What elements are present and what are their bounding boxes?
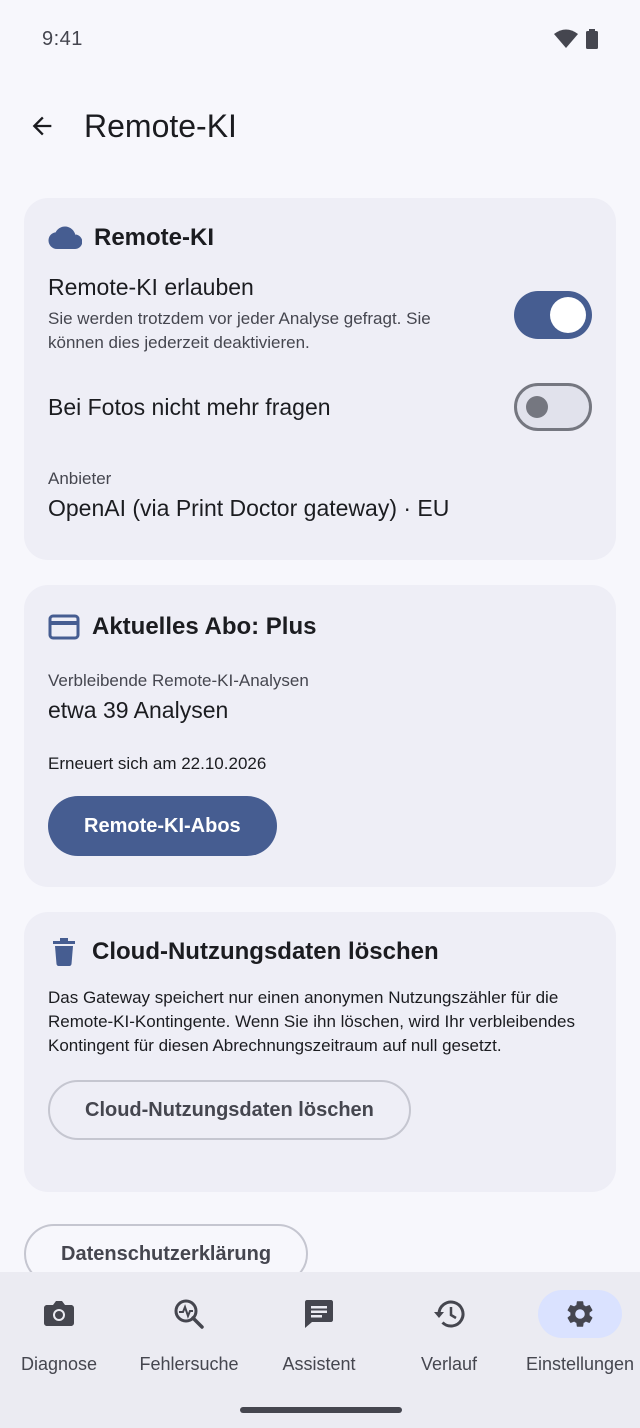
status-icons bbox=[554, 29, 598, 49]
gesture-navigation-bar[interactable] bbox=[240, 1407, 402, 1413]
credit-card-icon bbox=[48, 614, 80, 640]
cloud-icon bbox=[48, 226, 82, 250]
remaining-analyses-label: Verbleibende Remote-KI-Analysen bbox=[48, 671, 309, 690]
photos-ask-label: Bei Fotos nicht mehr fragen bbox=[48, 393, 331, 420]
allow-remote-ki-text: Remote-KI erlauben Sie werden trotzdem v… bbox=[48, 274, 488, 355]
nav-item-einstellungen[interactable]: Einstellungen bbox=[515, 1290, 640, 1380]
nav-item-diagnose[interactable]: Diagnose bbox=[0, 1290, 124, 1380]
subscription-card-header: Aktuelles Abo: Plus bbox=[48, 613, 592, 641]
allow-remote-ki-label: Remote-KI erlauben bbox=[48, 274, 254, 300]
nav-label-diagnose: Diagnose bbox=[20, 1354, 98, 1374]
switch-knob bbox=[550, 296, 586, 333]
cloud-usage-card-title: Cloud-Nutzungsdaten löschen bbox=[92, 938, 439, 965]
camera-icon bbox=[44, 1301, 74, 1326]
switch-knob bbox=[526, 396, 548, 418]
page-title: Remote-KI bbox=[84, 107, 237, 144]
cloud-usage-button-wrap: Cloud-Nutzungsdaten löschen bbox=[48, 1080, 592, 1140]
provider-label: Anbieter bbox=[48, 469, 112, 488]
remote-ki-card: Remote-KI Remote-KI erlauben Sie werden … bbox=[24, 198, 616, 560]
subscription-button-wrap: Remote-KI-Abos bbox=[48, 796, 592, 856]
remote-ki-subscriptions-button[interactable]: Remote-KI-Abos bbox=[48, 796, 277, 856]
remaining-analyses-value: etwa 39 Analysen bbox=[48, 697, 229, 723]
search-activity-icon bbox=[174, 1299, 204, 1329]
battery-icon bbox=[586, 29, 598, 49]
allow-remote-ki-switch[interactable] bbox=[514, 290, 592, 339]
gear-icon bbox=[567, 1301, 593, 1327]
nav-item-verlauf[interactable]: Verlauf bbox=[384, 1290, 514, 1380]
allow-remote-ki-row[interactable]: Remote-KI erlauben Sie werden trotzdem v… bbox=[48, 274, 592, 355]
cloud-usage-card: Cloud-Nutzungsdaten löschen Das Gateway … bbox=[24, 912, 616, 1192]
nav-label-verlauf: Verlauf bbox=[420, 1354, 478, 1374]
remote-ki-card-title: Remote-KI bbox=[94, 224, 215, 251]
subscription-card-title: Aktuelles Abo: Plus bbox=[92, 613, 317, 640]
provider-value: OpenAI (via Print Doctor gateway) · EU bbox=[48, 495, 450, 521]
back-button[interactable] bbox=[24, 108, 60, 144]
nav-label-einstellungen: Einstellungen bbox=[525, 1354, 635, 1374]
subscription-card: Aktuelles Abo: Plus Verbleibende Remote-… bbox=[24, 585, 616, 887]
nav-pill bbox=[147, 1290, 231, 1338]
nav-label-fehlersuche: Fehlersuche bbox=[139, 1354, 239, 1374]
nav-pill bbox=[17, 1290, 101, 1338]
nav-label-assistent: Assistent bbox=[282, 1354, 356, 1374]
nav-pill-active bbox=[538, 1290, 622, 1338]
remote-ki-card-header: Remote-KI bbox=[48, 224, 592, 252]
wifi-icon bbox=[554, 29, 578, 48]
renewal-text: Erneuert sich am 22.10.2026 bbox=[48, 754, 267, 773]
cloud-usage-card-header: Cloud-Nutzungsdaten löschen bbox=[48, 938, 592, 966]
nav-pill bbox=[277, 1290, 361, 1338]
history-icon bbox=[434, 1300, 465, 1328]
chat-icon bbox=[305, 1300, 333, 1328]
photos-ask-row[interactable]: Bei Fotos nicht mehr fragen bbox=[48, 383, 592, 431]
top-app-bar: Remote-KI bbox=[0, 84, 640, 168]
arrow-back-icon bbox=[32, 116, 52, 136]
allow-remote-ki-description: Sie werden trotzdem vor jeder Analyse ge… bbox=[48, 309, 431, 352]
nav-pill bbox=[407, 1290, 491, 1338]
photos-ask-switch[interactable] bbox=[514, 383, 592, 431]
status-bar: 9:41 bbox=[0, 0, 640, 78]
bottom-navigation: Diagnose Fehlersuche Assistent Verlauf E… bbox=[0, 1272, 640, 1428]
cloud-usage-description: Das Gateway speichert nur einen anonymen… bbox=[48, 988, 575, 1055]
trash-icon bbox=[48, 938, 80, 966]
delete-cloud-usage-button[interactable]: Cloud-Nutzungsdaten löschen bbox=[48, 1080, 411, 1140]
nav-item-assistent[interactable]: Assistent bbox=[254, 1290, 384, 1380]
nav-item-fehlersuche[interactable]: Fehlersuche bbox=[124, 1290, 254, 1380]
status-time: 9:41 bbox=[42, 27, 83, 50]
